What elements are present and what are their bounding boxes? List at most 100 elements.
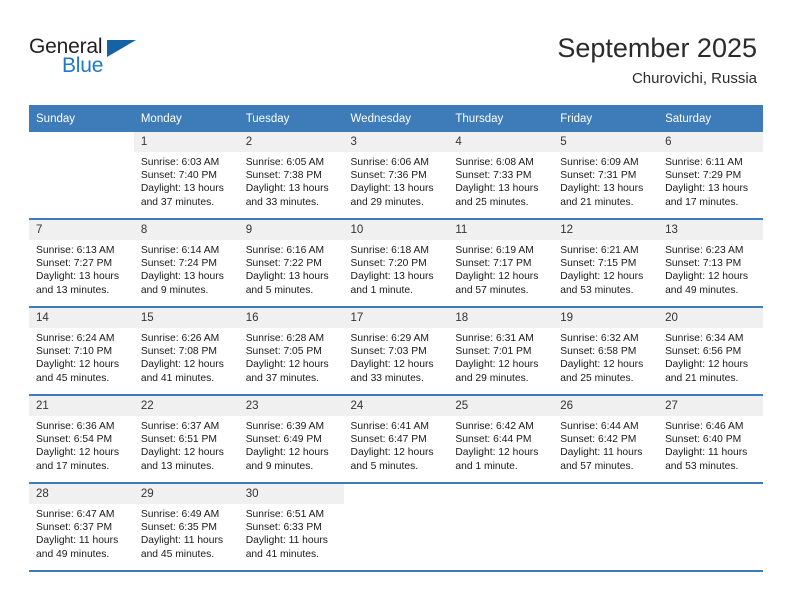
day-cell-empty xyxy=(448,484,554,570)
day-number: 2 xyxy=(238,132,344,152)
day-details: Sunrise: 6:06 AM Sunset: 7:36 PM Daylight:… xyxy=(344,152,449,209)
calendar-body: 1 Sunrise: 6:03 AM Sunset: 7:40 PM Daylight… xyxy=(29,132,763,572)
calendar-week-row: 28 Sunrise: 6:47 AM Sunset: 6:37 PM Dayligh… xyxy=(29,484,763,570)
day-cell[interactable]: 25 Sunrise: 6:42 AM Sunset: 6:44 PM Dayligh… xyxy=(448,396,554,482)
sunset-text: Sunset: 7:10 PM xyxy=(36,346,113,358)
sunrise-text: Sunrise: 6:34 AM xyxy=(665,333,744,344)
day-cell[interactable]: 26 Sunrise: 6:44 AM Sunset: 6:42 PM Dayligh… xyxy=(553,396,659,482)
day-cell[interactable]: 24 Sunrise: 6:41 AM Sunset: 6:47 PM Dayligh… xyxy=(343,396,449,482)
daylight-text-line2: and 17 minutes. xyxy=(665,196,739,208)
day-number: 5 xyxy=(553,132,659,152)
day-cell[interactable]: 7 Sunrise: 6:13 AM Sunset: 7:27 PM Daylight… xyxy=(29,220,134,306)
daylight-text-line2: and 25 minutes. xyxy=(560,372,634,384)
sunrise-text: Sunrise: 6:29 AM xyxy=(350,333,429,344)
column-header-friday: Friday xyxy=(553,105,659,132)
day-cell[interactable]: 2 Sunrise: 6:05 AM Sunset: 7:38 PM Daylight… xyxy=(238,132,344,218)
day-cell[interactable]: 6 Sunrise: 6:11 AM Sunset: 7:29 PM Daylight… xyxy=(658,132,763,218)
sunrise-text: Sunrise: 6:21 AM xyxy=(560,245,639,256)
daylight-text-line1: Daylight: 12 hours xyxy=(140,359,224,371)
day-cell[interactable]: 15 Sunrise: 6:26 AM Sunset: 7:08 PM Dayligh… xyxy=(133,308,239,394)
sunset-text: Sunset: 6:44 PM xyxy=(455,434,532,446)
daylight-text-line1: Daylight: 12 hours xyxy=(36,359,119,371)
column-header-monday: Monday xyxy=(133,105,239,132)
day-details: Sunrise: 6:37 AM Sunset: 6:51 PM Daylight:… xyxy=(134,416,239,473)
day-cell[interactable]: 17 Sunrise: 6:29 AM Sunset: 7:03 PM Dayligh… xyxy=(343,308,449,394)
day-cell[interactable]: 3 Sunrise: 6:06 AM Sunset: 7:36 PM Daylight… xyxy=(343,132,449,218)
day-cell[interactable]: 18 Sunrise: 6:31 AM Sunset: 7:01 PM Dayligh… xyxy=(448,308,554,394)
day-cell[interactable]: 13 Sunrise: 6:23 AM Sunset: 7:13 PM Dayligh… xyxy=(658,220,763,306)
sunrise-text: Sunrise: 6:47 AM xyxy=(36,509,115,520)
sunrise-text: Sunrise: 6:26 AM xyxy=(140,333,220,344)
daylight-text-line2: and 45 minutes. xyxy=(36,372,110,384)
sunrise-text: Sunrise: 6:28 AM xyxy=(245,333,325,344)
day-cell[interactable]: 11 Sunrise: 6:19 AM Sunset: 7:17 PM Dayligh… xyxy=(448,220,554,306)
day-number: 1 xyxy=(133,132,239,152)
daylight-text-line1: Daylight: 12 hours xyxy=(665,271,749,283)
daylight-text-line2: and 29 minutes. xyxy=(350,196,424,208)
day-details: Sunrise: 6:28 AM Sunset: 7:05 PM Daylight:… xyxy=(239,328,344,385)
sunrise-text: Sunrise: 6:06 AM xyxy=(350,157,429,168)
sunrise-text: Sunrise: 6:03 AM xyxy=(140,157,220,168)
day-number: 19 xyxy=(553,308,659,328)
sunrise-text: Sunrise: 6:11 AM xyxy=(665,157,743,168)
day-cell[interactable]: 5 Sunrise: 6:09 AM Sunset: 7:31 PM Daylight… xyxy=(553,132,659,218)
day-number: 17 xyxy=(343,308,449,328)
day-details: Sunrise: 6:31 AM Sunset: 7:01 PM Daylight:… xyxy=(448,328,553,385)
daylight-text-line2: and 41 minutes. xyxy=(140,372,215,384)
brand-logo[interactable]: General Blue xyxy=(29,36,149,84)
day-number: 14 xyxy=(29,308,134,328)
week-separator-line xyxy=(29,570,763,572)
day-cell[interactable]: 20 Sunrise: 6:34 AM Sunset: 6:56 PM Dayligh… xyxy=(658,308,763,394)
day-cell[interactable]: 29 Sunrise: 6:49 AM Sunset: 6:35 PM Dayligh… xyxy=(133,484,239,570)
day-details: Sunrise: 6:18 AM Sunset: 7:20 PM Daylight:… xyxy=(344,240,449,297)
sunset-text: Sunset: 6:40 PM xyxy=(665,434,742,446)
day-number: 24 xyxy=(343,396,449,416)
day-details: Sunrise: 6:11 AM Sunset: 7:29 PM Daylight:… xyxy=(658,152,763,209)
sunset-text: Sunset: 7:22 PM xyxy=(245,258,322,270)
daylight-text-line1: Daylight: 11 hours xyxy=(245,535,328,547)
calendar-week-row: 21 Sunrise: 6:36 AM Sunset: 6:54 PM Dayligh… xyxy=(29,396,763,482)
day-number: 25 xyxy=(448,396,554,416)
sunrise-text: Sunrise: 6:09 AM xyxy=(560,157,639,168)
sunset-text: Sunset: 7:33 PM xyxy=(455,170,532,182)
daylight-text-line1: Daylight: 12 hours xyxy=(455,271,539,283)
day-details: Sunrise: 6:41 AM Sunset: 6:47 PM Daylight:… xyxy=(344,416,449,473)
sunrise-text: Sunrise: 6:41 AM xyxy=(350,421,429,432)
day-cell[interactable]: 4 Sunrise: 6:08 AM Sunset: 7:33 PM Daylight… xyxy=(448,132,554,218)
day-cell[interactable]: 14 Sunrise: 6:24 AM Sunset: 7:10 PM Dayligh… xyxy=(29,308,134,394)
day-cell[interactable]: 1 Sunrise: 6:03 AM Sunset: 7:40 PM Daylight… xyxy=(133,132,239,218)
day-cell[interactable]: 8 Sunrise: 6:14 AM Sunset: 7:24 PM Daylight… xyxy=(133,220,239,306)
day-cell[interactable]: 19 Sunrise: 6:32 AM Sunset: 6:58 PM Dayligh… xyxy=(553,308,659,394)
day-number: 8 xyxy=(133,220,239,240)
day-cell[interactable]: 21 Sunrise: 6:36 AM Sunset: 6:54 PM Dayligh… xyxy=(29,396,134,482)
sunset-text: Sunset: 7:13 PM xyxy=(665,258,742,270)
day-cell[interactable]: 22 Sunrise: 6:37 AM Sunset: 6:51 PM Dayligh… xyxy=(133,396,239,482)
day-cell[interactable]: 30 Sunrise: 6:51 AM Sunset: 6:33 PM Dayligh… xyxy=(238,484,344,570)
sunset-text: Sunset: 7:31 PM xyxy=(560,170,637,182)
daylight-text-line2: and 33 minutes. xyxy=(245,196,319,208)
sunset-text: Sunset: 6:35 PM xyxy=(140,522,217,534)
daylight-text-line2: and 13 minutes. xyxy=(140,460,215,472)
day-cell[interactable]: 27 Sunrise: 6:46 AM Sunset: 6:40 PM Dayligh… xyxy=(658,396,763,482)
day-details: Sunrise: 6:47 AM Sunset: 6:37 PM Daylight:… xyxy=(29,504,134,561)
day-cell[interactable]: 9 Sunrise: 6:16 AM Sunset: 7:22 PM Daylight… xyxy=(238,220,344,306)
sunrise-text: Sunrise: 6:23 AM xyxy=(665,245,744,256)
triangle-logo-icon xyxy=(107,40,136,57)
sunrise-text: Sunrise: 6:36 AM xyxy=(36,421,115,432)
sunrise-text: Sunrise: 6:49 AM xyxy=(140,509,220,520)
daylight-text-line1: Daylight: 13 hours xyxy=(350,271,434,283)
day-details: Sunrise: 6:34 AM Sunset: 6:56 PM Daylight:… xyxy=(658,328,763,385)
daylight-text-line1: Daylight: 13 hours xyxy=(245,271,329,283)
daylight-text-line1: Daylight: 12 hours xyxy=(245,447,329,459)
sunset-text: Sunset: 7:03 PM xyxy=(350,346,427,358)
sunrise-text: Sunrise: 6:31 AM xyxy=(455,333,534,344)
day-cell[interactable]: 12 Sunrise: 6:21 AM Sunset: 7:15 PM Dayligh… xyxy=(553,220,659,306)
day-cell[interactable]: 16 Sunrise: 6:28 AM Sunset: 7:05 PM Dayligh… xyxy=(238,308,344,394)
day-cell[interactable]: 10 Sunrise: 6:18 AM Sunset: 7:20 PM Dayligh… xyxy=(343,220,449,306)
day-details: Sunrise: 6:39 AM Sunset: 6:49 PM Daylight:… xyxy=(239,416,344,473)
sunrise-text: Sunrise: 6:46 AM xyxy=(665,421,744,432)
day-cell[interactable]: 28 Sunrise: 6:47 AM Sunset: 6:37 PM Dayligh… xyxy=(29,484,134,570)
day-number: 13 xyxy=(658,220,763,240)
daylight-text-line1: Daylight: 13 hours xyxy=(665,183,749,195)
day-cell[interactable]: 23 Sunrise: 6:39 AM Sunset: 6:49 PM Dayligh… xyxy=(238,396,344,482)
